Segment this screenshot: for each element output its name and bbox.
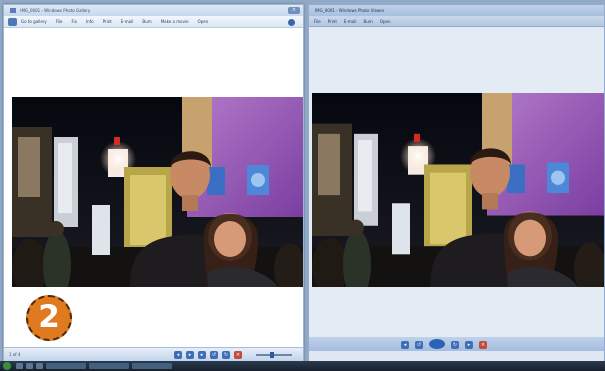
- right-window-toolbar: File Print E-mail Burn Open: [309, 16, 604, 27]
- quicklaunch-icon[interactable]: [36, 363, 43, 369]
- rw-menu-burn[interactable]: Burn: [363, 19, 372, 24]
- taskbar-item[interactable]: [132, 363, 172, 369]
- help-icon[interactable]: [288, 19, 295, 26]
- menu-info[interactable]: Info: [86, 19, 94, 24]
- rw-menu-open[interactable]: Open: [380, 19, 391, 24]
- previous-icon[interactable]: ◂: [174, 351, 182, 359]
- rw-rotate-left-icon[interactable]: ↺: [415, 340, 423, 349]
- next-icon[interactable]: ▸: [198, 351, 206, 359]
- close-icon[interactable]: ×: [288, 7, 300, 14]
- rotate-left-icon[interactable]: ↺: [210, 351, 218, 359]
- zoom-slider-icon[interactable]: [256, 352, 292, 358]
- rw-next-icon[interactable]: ▸: [465, 340, 473, 349]
- rw-rotate-right-icon[interactable]: ↻: [451, 340, 459, 349]
- taskbar-item[interactable]: [89, 363, 129, 369]
- photo-preview-right: [312, 93, 604, 287]
- right-window-title: IMG_0001 - Windows Photo Viewer: [315, 8, 385, 13]
- photo-viewer-window: IMG_0001 - Windows Photo Viewer File Pri…: [308, 4, 605, 362]
- quicklaunch-icon[interactable]: [26, 363, 33, 369]
- menu-print[interactable]: Print: [103, 19, 112, 24]
- taskbar-buttons: [16, 363, 172, 369]
- rw-menu-print[interactable]: Print: [328, 19, 337, 24]
- menu-fix[interactable]: Fix: [72, 19, 78, 24]
- rw-menu-email[interactable]: E-mail: [344, 19, 357, 24]
- left-window-titlebar[interactable]: IMG_0001 - Windows Photo Gallery ×: [4, 5, 303, 16]
- rw-delete-icon[interactable]: ×: [479, 340, 487, 349]
- step-number-badge: 2: [26, 295, 72, 341]
- right-window-controlbar: ◂ ↺ ↻ ▸ ×: [309, 337, 604, 351]
- rw-previous-icon[interactable]: ◂: [401, 340, 409, 349]
- menu-go-to-gallery[interactable]: Go to gallery: [21, 19, 47, 24]
- zoom-slider-knob[interactable]: [270, 352, 274, 358]
- delete-icon[interactable]: ×: [234, 351, 242, 359]
- rw-menu-file[interactable]: File: [314, 19, 321, 24]
- rw-play-icon[interactable]: [429, 339, 445, 349]
- play-icon[interactable]: ▸: [186, 351, 194, 359]
- left-window-controlbar: 1 of 4 ◂ ▸ ▸ ↺ ↻ ×: [4, 347, 303, 361]
- rotate-right-icon[interactable]: ↻: [222, 351, 230, 359]
- taskbar: [0, 361, 605, 371]
- left-window-title: IMG_0001 - Windows Photo Gallery: [20, 8, 91, 13]
- right-window-titlebar[interactable]: IMG_0001 - Windows Photo Viewer: [309, 5, 604, 16]
- menu-email[interactable]: E-mail: [121, 19, 134, 24]
- menu-burn[interactable]: Burn: [142, 19, 151, 24]
- quicklaunch-icon[interactable]: [16, 363, 23, 369]
- back-arrow-icon[interactable]: [8, 17, 17, 26]
- menu-make-movie[interactable]: Make a movie: [161, 19, 189, 24]
- page-counter: 1 of 4: [9, 352, 21, 357]
- menu-file[interactable]: File: [56, 19, 63, 24]
- menu-open[interactable]: Open: [198, 19, 209, 24]
- taskbar-item[interactable]: [46, 363, 86, 369]
- app-icon: [10, 8, 16, 13]
- left-window-toolbar: Go to gallery File Fix Info Print E-mail…: [4, 16, 303, 28]
- photo-preview-left: [12, 97, 303, 287]
- start-orb-icon[interactable]: [3, 362, 11, 370]
